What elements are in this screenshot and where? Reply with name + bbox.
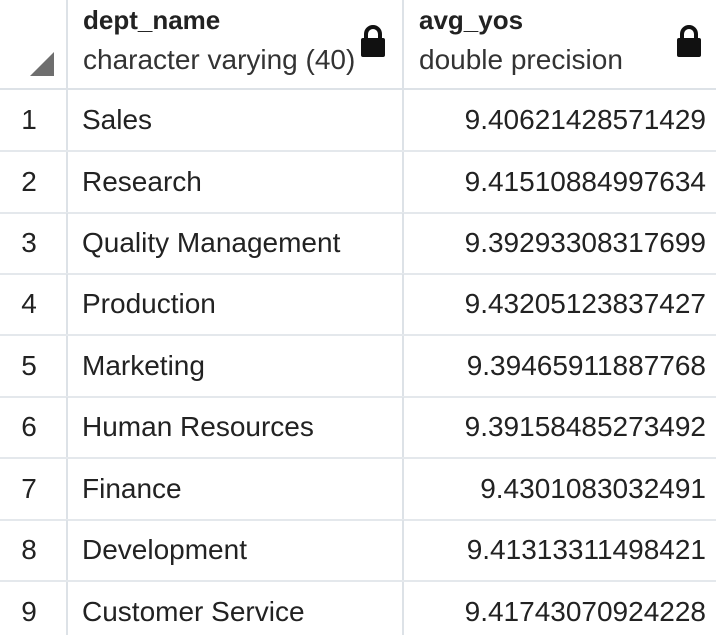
row-number[interactable]: 2 [0,152,68,212]
column-name: dept_name [83,5,221,35]
column-name: avg_yos [419,5,524,35]
dept-name-cell[interactable]: Production [68,274,404,334]
row-number[interactable]: 1 [0,90,68,150]
row-number[interactable]: 9 [0,582,68,635]
avg-yos-cell[interactable]: 9.39293308317699 [404,213,716,273]
row-number[interactable]: 8 [0,520,68,580]
select-all-corner[interactable] [0,0,68,88]
table-row[interactable]: 9 Customer Service 9.41743070924228 [0,582,716,635]
avg-yos-cell[interactable]: 9.41510884997634 [404,152,716,212]
dept-name-cell[interactable]: Human Resources [68,397,404,457]
avg-yos-cell[interactable]: 9.41743070924228 [404,582,716,635]
table-row[interactable]: 2 Research 9.41510884997634 [0,152,716,214]
dept-name-cell[interactable]: Sales [68,90,404,150]
dept-name-cell[interactable]: Research [68,152,404,212]
table-row[interactable]: 6 Human Resources 9.39158485273492 [0,397,716,459]
column-type: double precision [419,44,623,75]
avg-yos-cell[interactable]: 9.43205123837427 [404,274,716,334]
column-type: character varying (40) [83,44,356,75]
table-row[interactable]: 7 Finance 9.4301083032491 [0,459,716,521]
query-result-grid: dept_name character varying (40) avg_yos… [0,0,716,635]
column-header-avg-yos[interactable]: avg_yos double precision [404,0,716,88]
dept-name-cell[interactable]: Customer Service [68,582,404,635]
lock-icon [677,25,701,57]
row-number[interactable]: 4 [0,274,68,334]
table-row[interactable]: 5 Marketing 9.39465911887768 [0,336,716,398]
table-row[interactable]: 4 Production 9.43205123837427 [0,274,716,336]
avg-yos-cell[interactable]: 9.41313311498421 [404,520,716,580]
grid-header: dept_name character varying (40) avg_yos… [0,0,716,90]
dept-name-cell[interactable]: Marketing [68,336,404,396]
table-row[interactable]: 1 Sales 9.40621428571429 [0,90,716,152]
row-number[interactable]: 6 [0,397,68,457]
avg-yos-cell[interactable]: 9.40621428571429 [404,90,716,150]
dept-name-cell[interactable]: Development [68,520,404,580]
avg-yos-cell[interactable]: 9.39158485273492 [404,397,716,457]
select-all-triangle-icon[interactable] [30,52,54,76]
lock-icon [361,25,385,57]
row-number[interactable]: 3 [0,213,68,273]
table-row[interactable]: 8 Development 9.41313311498421 [0,520,716,582]
row-number[interactable]: 5 [0,336,68,396]
table-row[interactable]: 3 Quality Management 9.39293308317699 [0,213,716,275]
dept-name-cell[interactable]: Quality Management [68,213,404,273]
avg-yos-cell[interactable]: 9.39465911887768 [404,336,716,396]
avg-yos-cell[interactable]: 9.4301083032491 [404,459,716,519]
column-header-dept-name[interactable]: dept_name character varying (40) [68,0,404,88]
dept-name-cell[interactable]: Finance [68,459,404,519]
row-number[interactable]: 7 [0,459,68,519]
